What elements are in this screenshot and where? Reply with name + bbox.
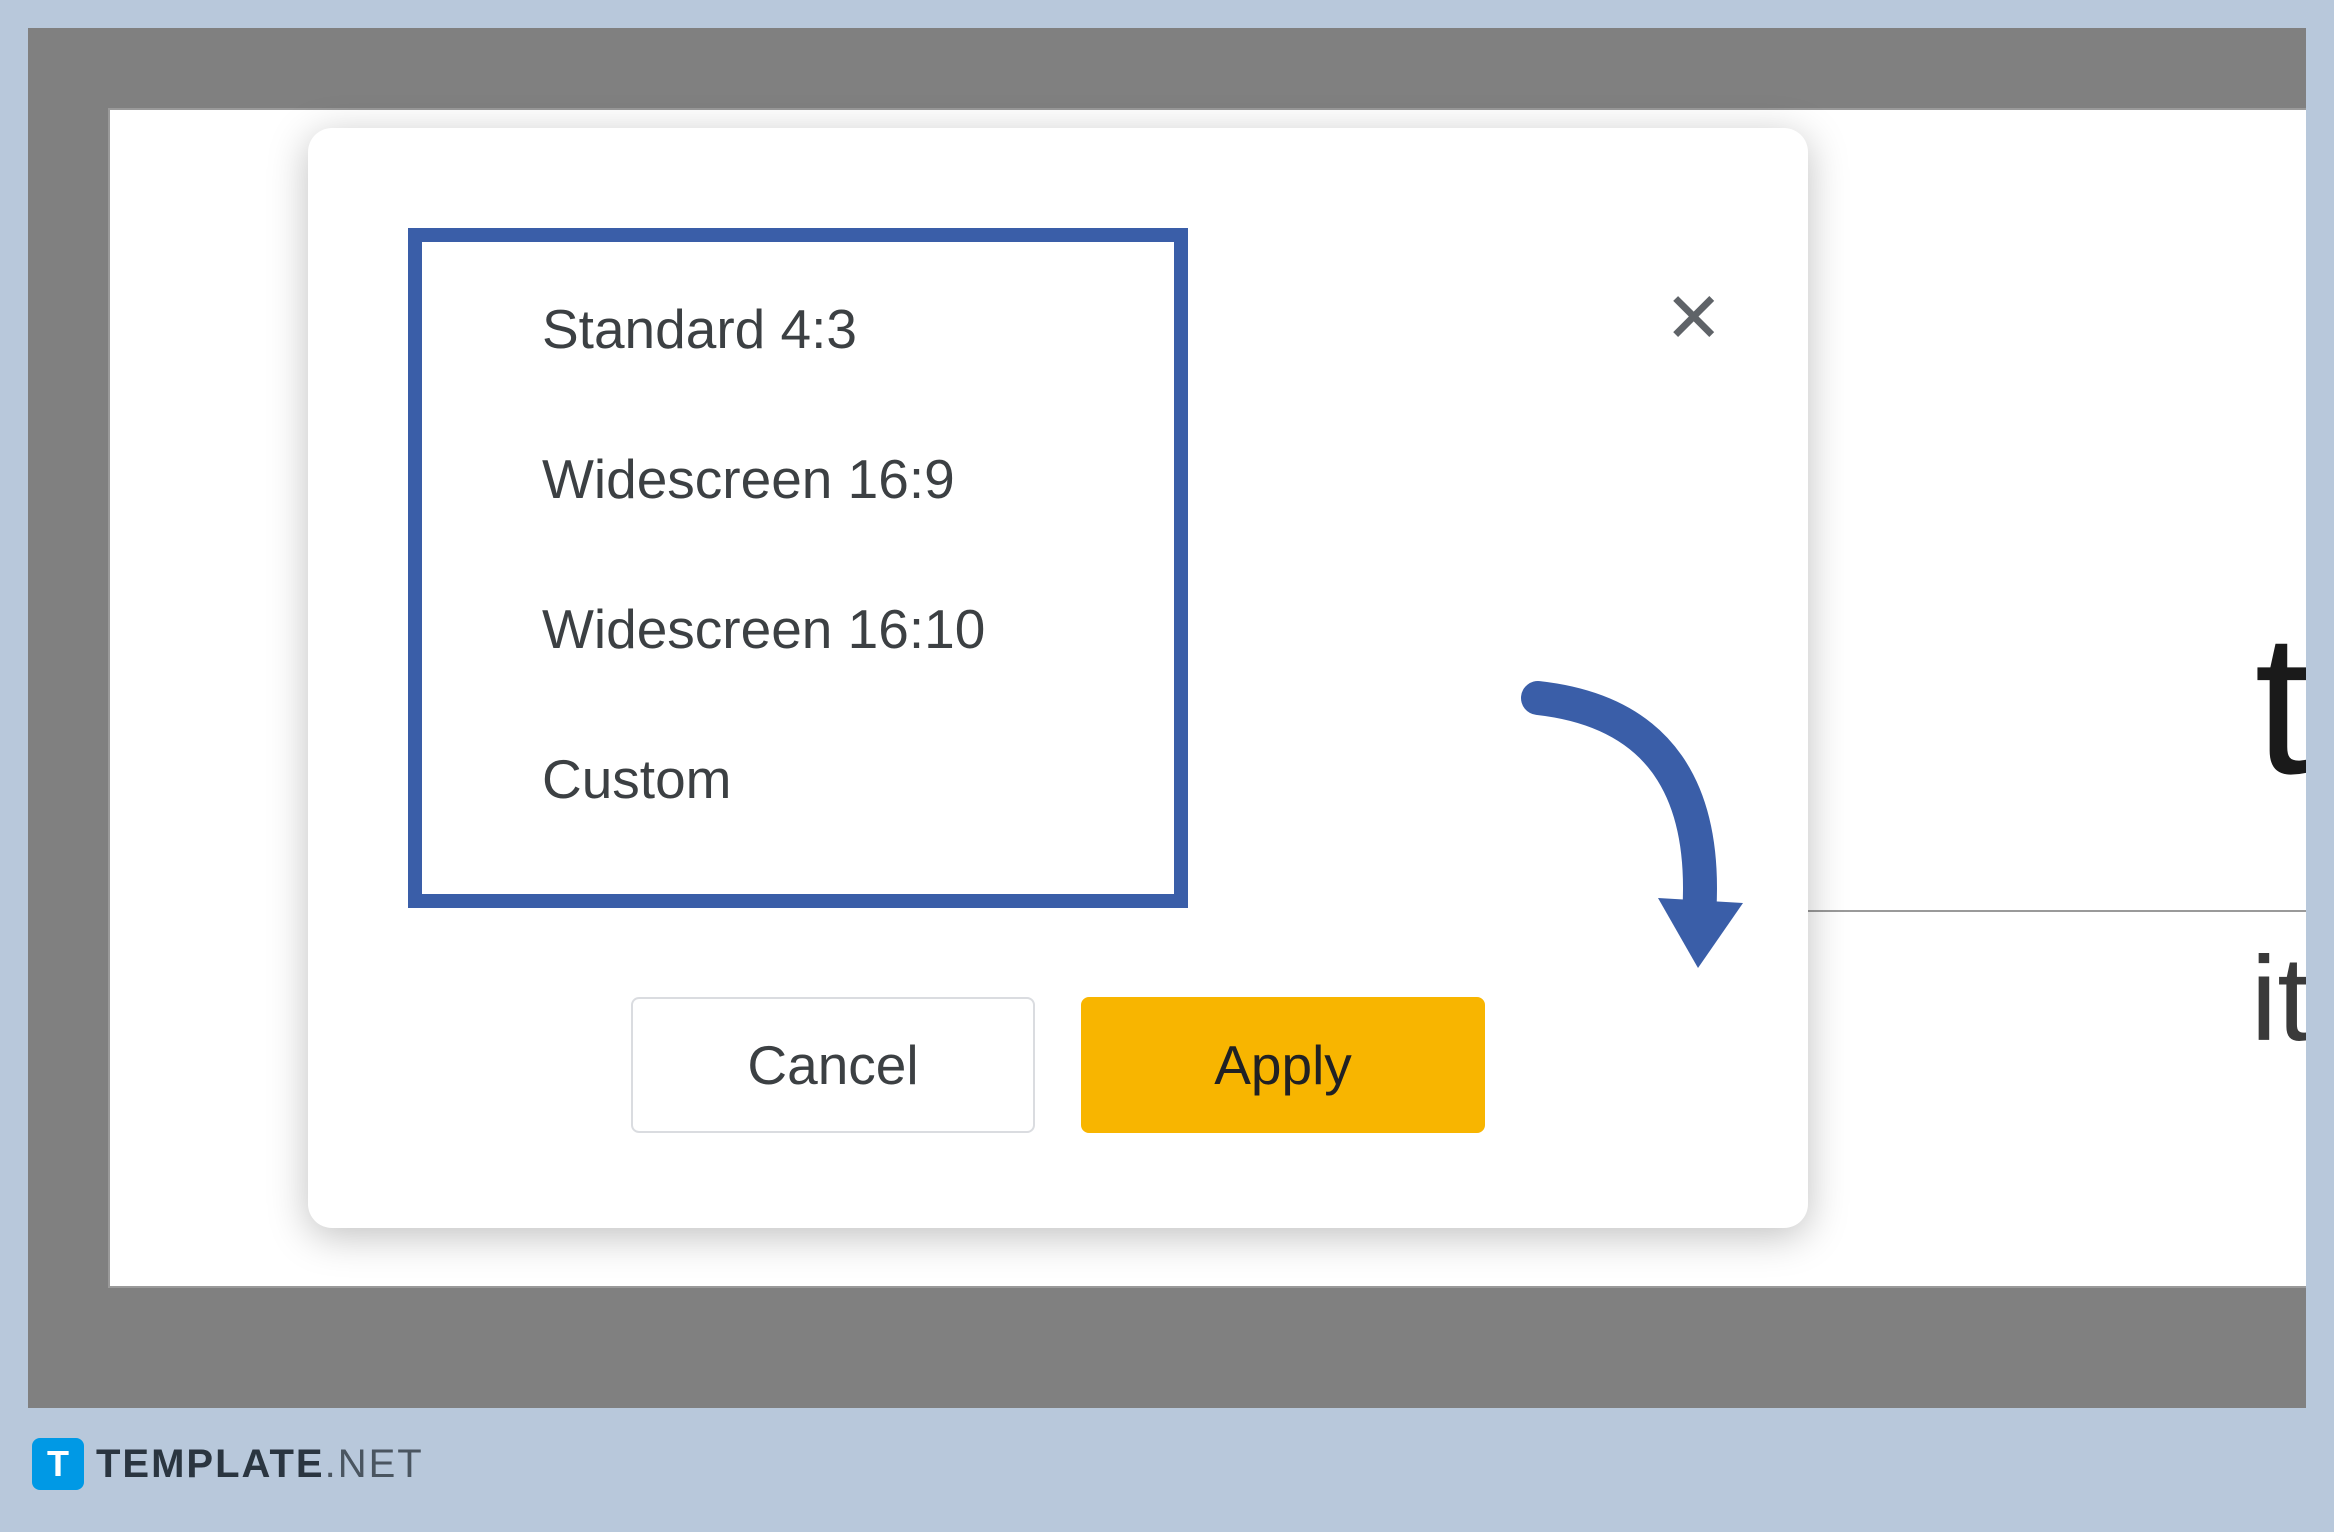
cancel-button[interactable]: Cancel <box>631 997 1035 1133</box>
watermark: T TEMPLATE.NET <box>32 1438 424 1490</box>
tutorial-frame: tit itle ✕ Standard 4:3 Widescreen 16:9 … <box>0 0 2334 1532</box>
slide-title-fragment: tit <box>2254 590 2306 820</box>
watermark-brand-bold: TEMPLATE <box>96 1442 325 1486</box>
watermark-text: TEMPLATE.NET <box>96 1442 424 1487</box>
app-backdrop: tit itle ✕ Standard 4:3 Widescreen 16:9 … <box>28 28 2306 1408</box>
apply-button[interactable]: Apply <box>1081 997 1485 1133</box>
aspect-ratio-option-list: Standard 4:3 Widescreen 16:9 Widescreen … <box>408 228 1188 908</box>
option-widescreen-16-9[interactable]: Widescreen 16:9 <box>542 447 1134 511</box>
watermark-brand-light: .NET <box>325 1442 424 1486</box>
page-setup-dialog: ✕ Standard 4:3 Widescreen 16:9 Widescree… <box>308 128 1808 1228</box>
option-standard-4-3[interactable]: Standard 4:3 <box>542 297 1134 361</box>
option-widescreen-16-10[interactable]: Widescreen 16:10 <box>542 597 1134 661</box>
watermark-logo-icon: T <box>32 1438 84 1490</box>
annotation-arrow-icon <box>1498 678 1778 998</box>
slide-subtitle-fragment: itle <box>2251 930 2306 1068</box>
option-custom[interactable]: Custom <box>542 747 1134 811</box>
close-icon[interactable]: ✕ <box>1664 283 1723 353</box>
dialog-button-row: Cancel Apply <box>308 997 1808 1133</box>
